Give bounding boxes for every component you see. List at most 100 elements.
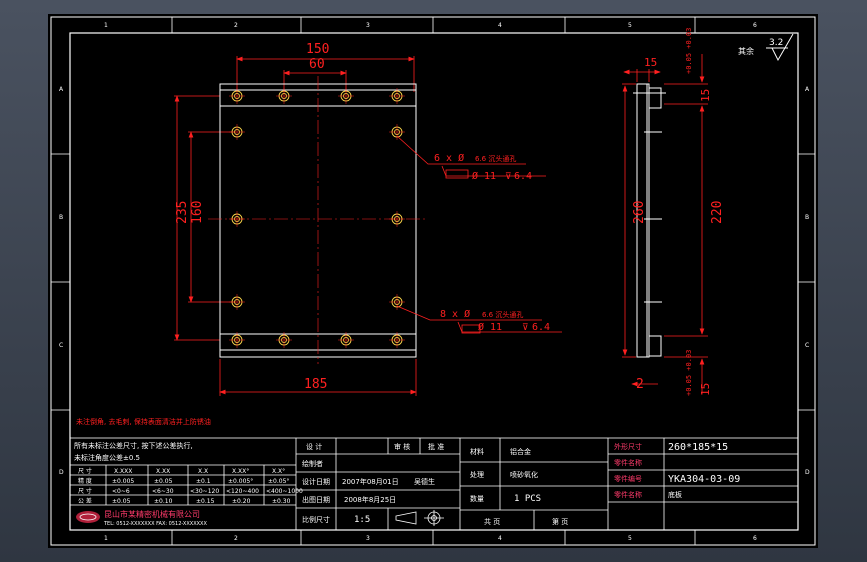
tb-name-label: 零件名称 — [614, 458, 642, 467]
tol-r0-c1: ±0.005 — [112, 478, 134, 485]
depth-symbol-top: ⊽ — [505, 172, 512, 182]
grid-labels: 1 2 3 4 5 6 1 2 3 4 5 6 A B C D A B C D — [59, 22, 810, 542]
cad-viewport[interactable]: 1 2 3 4 5 6 1 2 3 4 5 6 A B C D A B C D … — [48, 14, 818, 548]
tb-footer-pages: 共 页 — [484, 517, 500, 526]
side-view: 15 +0.05 +0.03 15 260 220 2 15 +0.05 +0.… — [622, 28, 725, 396]
roughness-symbol: 其余 3.2 — [738, 33, 794, 62]
tol-r0-c2: ±0.05 — [154, 478, 173, 485]
tb-qty-value: 1 PCS — [514, 494, 541, 504]
tb-treatment-label: 处理 — [470, 470, 484, 479]
company-contact: TEL: 0512-XXXXXXX FAX: 0512-XXXXXXX — [103, 521, 207, 527]
grid-bottom-4: 4 — [498, 535, 502, 542]
side-dim-2: 2 — [636, 377, 644, 392]
tb-part-name-label: 零件名称 — [614, 490, 642, 499]
callout-bottom-prefix: 8 x Ø — [440, 308, 470, 320]
tb-scale-label: 比例尺寸 — [302, 515, 330, 524]
projection-symbol — [395, 510, 444, 526]
grid-left-b: B — [59, 214, 63, 221]
tol-r2-c1: ±0.05 — [112, 498, 131, 505]
grid-left-c: C — [59, 342, 63, 349]
tol-col-5: X.X° — [272, 468, 285, 475]
tb-date-value: 2007年08月01日 — [342, 477, 399, 486]
tb-material-value: 铝合金 — [510, 447, 531, 456]
grid-top-3: 3 — [366, 22, 370, 29]
company-logo — [76, 511, 100, 523]
tol-header-1: 所有未标注公差尺寸, 按下述公差执行, — [74, 441, 193, 450]
grid-left-d: D — [59, 469, 64, 476]
side-dim-tol-top: +0.05 +0.03 — [685, 28, 693, 74]
tb-date-label: 设计日期 — [302, 477, 330, 486]
callout-top: 6 x Ø 6.6 沉头通孔 Ø 11 6.4 ⊽ — [396, 135, 546, 182]
tb-size-value: 260*185*15 — [668, 442, 728, 453]
tol-col-3: X.X — [198, 468, 208, 475]
tol-col-0: 尺 寸 — [78, 467, 92, 475]
grid-top-5: 5 — [628, 22, 632, 29]
dim-150: 150 — [306, 42, 329, 57]
hole-marker — [389, 294, 405, 310]
tb-drafter: 绘制者 — [302, 459, 323, 468]
roughness-label: 其余 — [738, 46, 754, 56]
dim-60: 60 — [309, 57, 325, 72]
tol-r0-c3: ±0.1 — [196, 478, 211, 485]
hole-marker — [229, 124, 245, 140]
callout-bottom: 8 x Ø 6.6 沉头通孔 Ø 11 6.4 ⊽ — [396, 305, 562, 334]
tol-r0-c4: ±0.005° — [228, 478, 253, 485]
side-dim-15-top: 15 — [644, 56, 657, 69]
tb-size-label: 外形尺寸 — [614, 442, 642, 451]
tol-header-2: 未标注角度公差±0.5 — [74, 453, 140, 462]
tol-r2-c4: ±0.20 — [232, 498, 251, 505]
tol-r1-c1: <0~6 — [112, 488, 130, 495]
grid-right-a: A — [805, 86, 810, 93]
grid-bottom-1: 1 — [104, 535, 108, 542]
tol-col-1: X.XXX — [114, 468, 132, 475]
tol-r1-c0: 尺 寸 — [78, 487, 92, 495]
callout-top-spec: 6.6 沉头通孔 — [475, 154, 516, 163]
depth-symbol-bottom: ⊽ — [522, 323, 529, 333]
grid-bottom-5: 5 — [628, 535, 632, 542]
callout-bottom-sub-b: 6.4 — [532, 322, 550, 333]
side-dim-220: 220 — [710, 201, 725, 224]
tol-r2-c0: 公 差 — [78, 497, 92, 505]
front-view: 150 60 235 160 185 6 x Ø 6.6 沉头通孔 Ø 11 6… — [174, 42, 562, 396]
tol-r0-c5: ±0.05° — [268, 478, 289, 485]
grid-bottom-2: 2 — [234, 535, 238, 542]
hole-marker — [389, 124, 405, 140]
technical-note: 未注倒角, 去毛刺, 保持表面清洁并上防锈油 — [76, 417, 211, 426]
tb-review: 审 核 — [394, 442, 410, 451]
grid-bottom-3: 3 — [366, 535, 370, 542]
tb-drawing-no-label: 零件编号 — [614, 474, 642, 483]
hole-marker — [229, 211, 245, 227]
tb-design: 设 计 — [306, 442, 322, 451]
tb-qty-label: 数量 — [470, 494, 484, 503]
callout-top-prefix: 6 x Ø — [434, 152, 464, 164]
drawing-canvas: 1 2 3 4 5 6 1 2 3 4 5 6 A B C D A B C D … — [50, 16, 816, 546]
hole-pattern — [229, 88, 405, 348]
tol-col-2: X.XX — [156, 468, 170, 475]
tol-col-4: X.XX° — [232, 468, 249, 475]
tol-r2-c3: ±0.15 — [196, 498, 215, 505]
title-block: 所有未标注公差尺寸, 按下述公差执行, 未标注角度公差±0.5 尺 寸 X.XX… — [69, 437, 799, 531]
side-dim-tol-bottom: +0.05 +0.03 — [685, 350, 693, 396]
tol-r1-c4: <120~400 — [226, 488, 259, 495]
side-dim-15-side: 15 — [699, 89, 712, 102]
hole-marker — [389, 211, 405, 227]
roughness-value: 3.2 — [769, 38, 783, 48]
dim-235: 235 — [175, 201, 190, 224]
tol-r2-c2: ±0.10 — [154, 498, 173, 505]
tol-r1-c3: <30~120 — [190, 488, 219, 495]
inner-border — [69, 32, 799, 531]
dim-160: 160 — [190, 201, 205, 224]
tol-r1-c5: <400~1000 — [266, 488, 303, 495]
tb-print-value: 2008年8月25日 — [344, 495, 396, 504]
tb-print-label: 出图日期 — [302, 495, 330, 504]
grid-top-2: 2 — [234, 22, 238, 29]
grid-right-b: B — [805, 214, 809, 221]
tol-r0-c0: 精 度 — [78, 477, 92, 485]
callout-bottom-sub-a: Ø 11 — [478, 321, 502, 333]
tb-approve: 批 准 — [428, 442, 444, 451]
callout-top-sub-a: Ø 11 — [472, 170, 496, 182]
tol-r1-c2: <6~30 — [152, 488, 174, 495]
tb-footer-page: 第 页 — [552, 517, 568, 526]
tb-drawing-no-value: YKA304-03-09 — [668, 474, 740, 485]
tb-part-name-value: 底板 — [668, 490, 682, 499]
